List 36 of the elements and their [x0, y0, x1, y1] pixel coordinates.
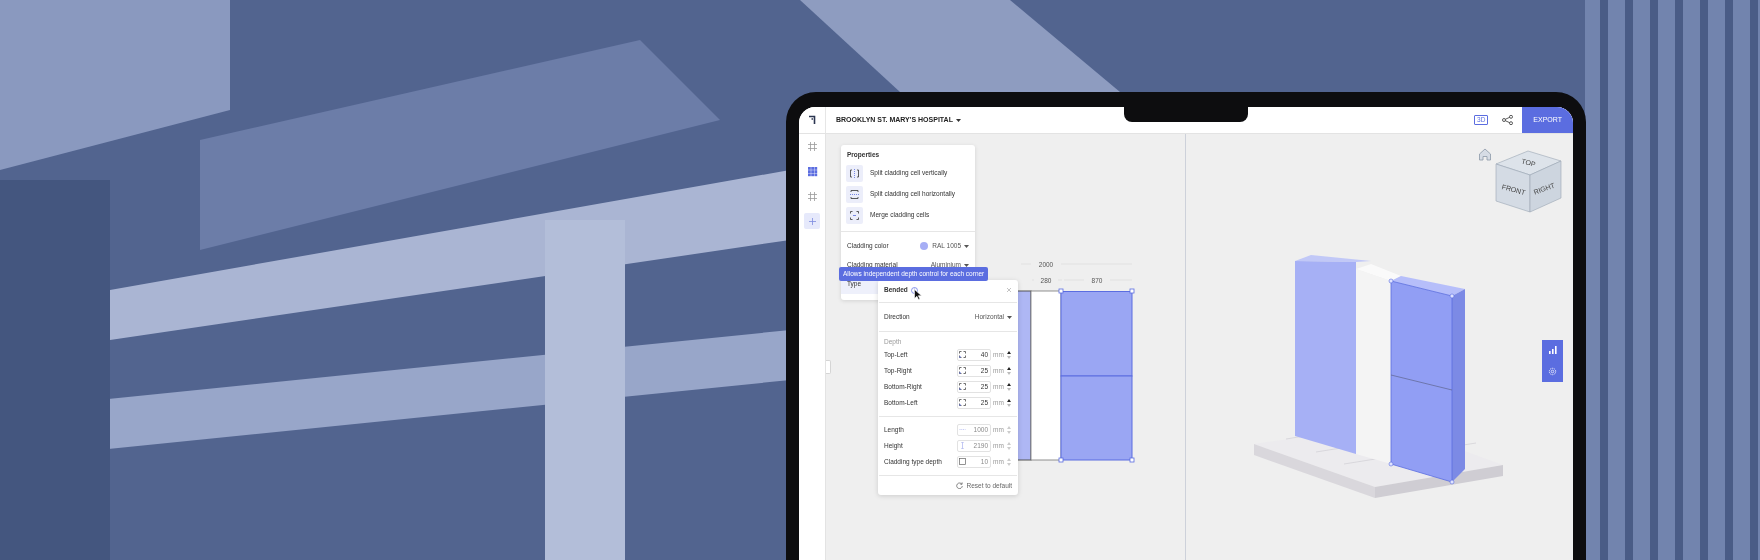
settings-icon[interactable]	[1548, 366, 1557, 376]
selection-handle[interactable]	[1058, 457, 1064, 463]
square-icon	[959, 458, 966, 466]
caret-icon	[955, 118, 961, 122]
stepper-icon[interactable]	[1007, 366, 1011, 375]
reset-icon	[956, 482, 964, 490]
hash-icon[interactable]	[806, 190, 818, 202]
stepper-icon[interactable]	[1007, 398, 1011, 407]
bar-chart-icon[interactable]	[1548, 346, 1557, 355]
grid-icon[interactable]	[806, 165, 818, 177]
stepper-icon[interactable]	[1007, 350, 1011, 359]
split-horizontal-icon	[846, 185, 863, 203]
info-icon[interactable]	[910, 286, 918, 294]
cursor-icon	[914, 289, 922, 300]
share-icon[interactable]	[1502, 115, 1514, 125]
logo-icon[interactable]	[807, 115, 817, 125]
cladding-panel[interactable]	[1030, 290, 1062, 461]
selection-handle[interactable]	[1129, 288, 1135, 294]
split-vertical-icon	[846, 164, 863, 182]
selection-handle[interactable]	[1129, 457, 1135, 463]
corner-icon	[959, 351, 966, 359]
caret-icon	[1007, 315, 1012, 319]
merge-icon	[846, 206, 863, 224]
corner-icon	[959, 399, 966, 407]
height-icon	[959, 442, 966, 450]
view-cube[interactable]	[1495, 150, 1562, 213]
corner-icon	[959, 367, 966, 375]
home-icon[interactable]	[1478, 147, 1492, 161]
selection-handle[interactable]	[1058, 288, 1064, 294]
caret-icon	[964, 244, 969, 248]
collapse-handle[interactable]	[826, 360, 831, 374]
stepper-icon[interactable]	[1007, 382, 1011, 391]
cladding-model-drawing[interactable]	[1254, 255, 1503, 498]
hash-icon[interactable]	[806, 140, 818, 152]
add-icon[interactable]	[806, 215, 818, 227]
corner-icon	[959, 383, 966, 391]
